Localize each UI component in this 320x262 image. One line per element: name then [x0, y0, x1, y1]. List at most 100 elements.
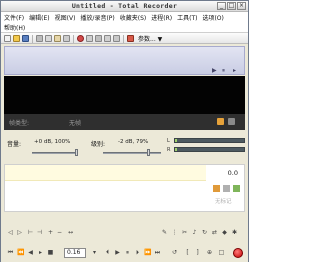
- shuffle-icon[interactable]: ⇄: [211, 229, 218, 236]
- fit-icon[interactable]: ↔: [67, 229, 74, 236]
- menu-tools[interactable]: 工具(T): [177, 13, 197, 22]
- levels-panel: 音量: +0 dB, 100% 级别: -2 dB, 79% L R: [4, 132, 245, 164]
- stop-transport-icon[interactable]: ■: [47, 249, 54, 256]
- zoom-transport-icon[interactable]: ⊕: [206, 249, 213, 256]
- menu-options[interactable]: 选项(O): [202, 13, 223, 22]
- undo-icon[interactable]: [63, 35, 70, 42]
- settings-small-icon[interactable]: ✱: [231, 229, 238, 236]
- select-start-icon[interactable]: ⊢: [27, 229, 34, 236]
- menu-favorites[interactable]: 收藏夹(S): [120, 13, 147, 22]
- menu-row-1: 文件(F) 编辑(E) 视图(V) 播放/录音(P) 收藏夹(S) 进程(R) …: [4, 13, 224, 22]
- position-field[interactable]: 0.16: [64, 248, 86, 258]
- play-small-icon[interactable]: ▶: [212, 67, 217, 74]
- volume-slider-track[interactable]: [32, 152, 77, 154]
- panel-arrow-icon[interactable]: ▸: [233, 67, 236, 74]
- transport-bar: ⏮ ⏪ ◀ ▸ ■ 0.16 ▾ ⏴ ▶ ⏸ ⏵ ⏩ ⏭ ↺ [ ] ⊕ □: [1, 243, 248, 262]
- gain-slider-thumb[interactable]: [146, 149, 150, 156]
- slow-play-icon[interactable]: ▸: [37, 249, 44, 256]
- main-toolbar: 参数... ▼: [1, 32, 248, 44]
- toolbar-separator: [123, 35, 124, 43]
- meter-left-label: L: [167, 138, 170, 144]
- volume-value: +0 dB, 100%: [34, 139, 71, 145]
- rewind-icon[interactable]: ⏪: [17, 249, 24, 256]
- chevron-down-icon: ▼: [157, 36, 163, 43]
- meter-left: [174, 138, 245, 143]
- gain-value: -2 dB, 79%: [118, 139, 149, 145]
- go-end-icon[interactable]: ⏭: [154, 249, 161, 256]
- rewind-edit-icon[interactable]: ◁: [7, 229, 14, 236]
- split-icon[interactable]: ⋮: [171, 229, 178, 236]
- timeline-ruler[interactable]: [5, 165, 206, 181]
- maximize-button[interactable]: □: [227, 2, 236, 10]
- list-marker-icon[interactable]: [223, 185, 230, 192]
- menu-bar: 文件(F) 编辑(E) 视图(V) 播放/录音(P) 收藏夹(S) 进程(R) …: [1, 12, 248, 32]
- edit-toolbar: ◁ ▷ ⊢ ⊣ + − ↔ ✎ ⋮ ✂ ♪ ↻ ⇄ ◆ ✱: [1, 227, 248, 239]
- menu-view[interactable]: 视图(V): [55, 13, 76, 22]
- go-start-icon[interactable]: ⏮: [7, 249, 14, 256]
- forward-edit-icon[interactable]: ▷: [16, 229, 23, 236]
- close-button[interactable]: ×: [237, 2, 246, 10]
- new-file-icon[interactable]: [4, 35, 11, 42]
- select-end-icon[interactable]: ⊣: [36, 229, 43, 236]
- position-spin-icon[interactable]: ▾: [91, 249, 98, 256]
- repeat-icon[interactable]: ↻: [201, 229, 208, 236]
- waveform-display: [4, 76, 245, 114]
- title-bar[interactable]: Untitled - Total Recorder _ □ ×: [1, 1, 248, 12]
- play-transport-icon[interactable]: ▶: [114, 249, 121, 256]
- menu-row-2: 帮助(H): [4, 23, 25, 32]
- copy-icon[interactable]: [45, 35, 52, 42]
- loop-icon[interactable]: [113, 35, 120, 42]
- pause-transport-icon[interactable]: ⏸: [124, 249, 131, 256]
- record-settings-icon[interactable]: [127, 35, 134, 42]
- meter-left-fill: [175, 139, 177, 142]
- marker-label: 无标记: [215, 199, 232, 205]
- vol-edit-icon[interactable]: ♪: [191, 229, 198, 236]
- marker-small-icon[interactable]: ◆: [221, 229, 228, 236]
- pause-small-icon[interactable]: ⏸: [222, 67, 225, 75]
- gain-label: 级别:: [91, 141, 106, 148]
- mark-out-icon[interactable]: ]: [194, 249, 201, 256]
- toolbar-separator: [73, 35, 74, 43]
- open-folder-icon[interactable]: [13, 35, 20, 42]
- volume-slider-thumb[interactable]: [75, 149, 78, 156]
- mark-in-icon[interactable]: [: [184, 249, 191, 256]
- zoom-out-icon[interactable]: −: [56, 229, 63, 236]
- record-icon[interactable]: [77, 35, 84, 42]
- window-controls: _ □ ×: [217, 2, 246, 10]
- minimize-button[interactable]: _: [217, 2, 226, 10]
- menu-process[interactable]: 进程(R): [151, 13, 172, 22]
- prev-marker-icon[interactable]: ⏴: [104, 249, 111, 256]
- gain-slider-track[interactable]: [103, 152, 161, 154]
- edit-icon[interactable]: ✎: [161, 229, 168, 236]
- stop-record-icon[interactable]: □: [218, 249, 225, 256]
- add-marker-icon[interactable]: [233, 185, 240, 192]
- cut-icon[interactable]: [36, 35, 43, 42]
- toolbar-separator: [32, 35, 33, 43]
- menu-help[interactable]: 帮助(H): [4, 23, 25, 32]
- trim-icon[interactable]: ✂: [181, 229, 188, 236]
- list-icon[interactable]: [228, 118, 235, 125]
- window-title: Untitled - Total Recorder: [71, 2, 178, 10]
- zoom-in-icon[interactable]: +: [47, 229, 54, 236]
- frame-status-bar: 帧类型: 无帧: [4, 114, 245, 130]
- parameters-button[interactable]: 参数... ▼: [138, 34, 162, 43]
- menu-play-record[interactable]: 播放/录音(P): [80, 13, 114, 22]
- parameters-label: 参数...: [138, 36, 156, 43]
- frame-type-value: 无帧: [69, 120, 82, 127]
- step-back-icon[interactable]: ◀: [27, 249, 34, 256]
- menu-edit[interactable]: 编辑(E): [29, 13, 49, 22]
- next-marker-icon[interactable]: ⏵: [134, 249, 141, 256]
- menu-file[interactable]: 文件(F): [4, 13, 24, 22]
- note-icon[interactable]: [217, 118, 224, 125]
- marker-icon[interactable]: [213, 185, 220, 192]
- pause-icon[interactable]: [95, 35, 102, 42]
- record-button[interactable]: [233, 248, 243, 258]
- loop-transport-icon[interactable]: ↺: [171, 249, 178, 256]
- frame-type-label: 帧类型:: [9, 120, 30, 127]
- stop-icon[interactable]: [86, 35, 93, 42]
- timeline-panel[interactable]: 0.0 无标记: [4, 164, 245, 212]
- paste-icon[interactable]: [54, 35, 61, 42]
- fast-forward-icon[interactable]: ⏩: [144, 249, 151, 256]
- play-icon[interactable]: [104, 35, 111, 42]
- save-icon[interactable]: [22, 35, 29, 42]
